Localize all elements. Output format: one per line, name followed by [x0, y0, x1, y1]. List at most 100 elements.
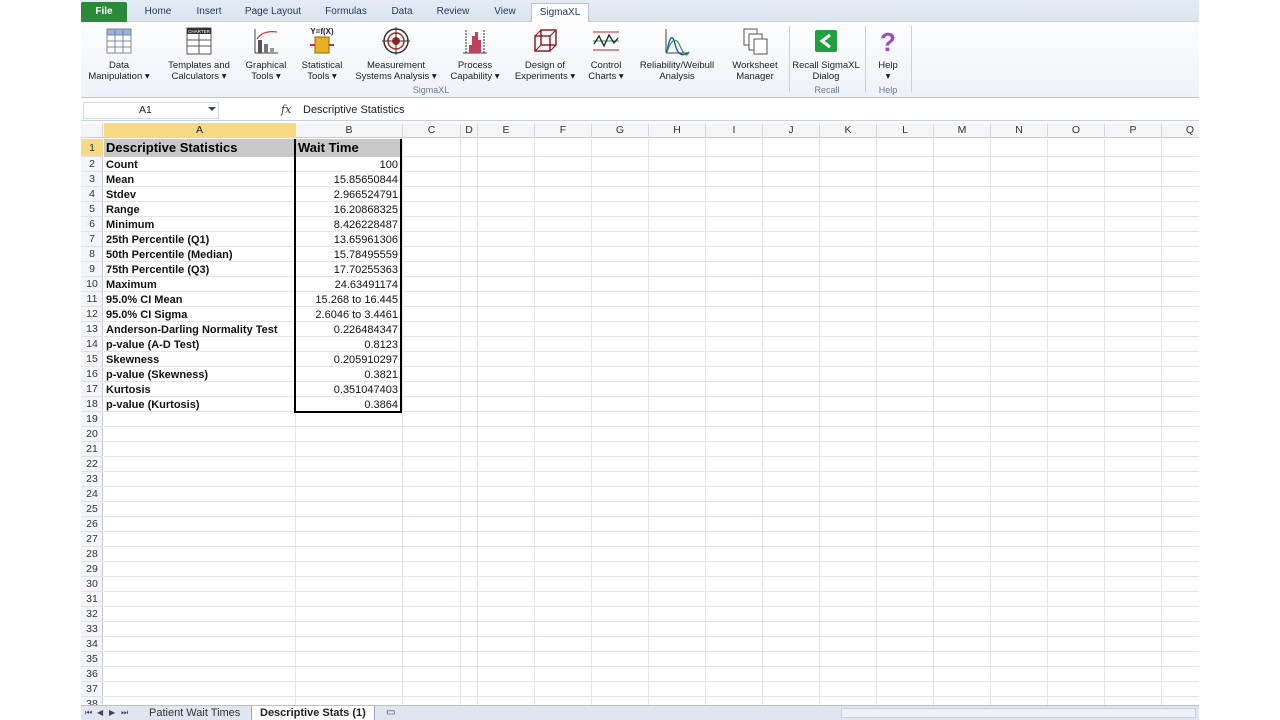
row-header[interactable]: 24 [81, 487, 103, 502]
cell-a1[interactable]: Descriptive Statistics [104, 139, 294, 157]
tab-home[interactable]: Home [137, 3, 179, 22]
row-header[interactable]: 21 [81, 442, 103, 457]
column-header-b[interactable]: B [296, 123, 403, 138]
row-header[interactable]: 12 [81, 307, 103, 322]
design-of-experiments-button[interactable]: Design of Experiments ▾ [509, 24, 581, 86]
row-header[interactable]: 17 [81, 382, 103, 397]
tab-data[interactable]: Data [383, 3, 421, 22]
tab-view[interactable]: View [485, 3, 525, 22]
stat-label[interactable]: Kurtosis [106, 383, 296, 397]
row-header[interactable]: 3 [81, 172, 103, 187]
column-header-f[interactable]: F [535, 123, 592, 138]
column-header-i[interactable]: I [706, 123, 763, 138]
row-header[interactable]: 31 [81, 592, 103, 607]
stat-label[interactable]: Skewness [106, 353, 296, 367]
reliability-weibull-button[interactable]: Reliability/Weibull Analysis [633, 24, 721, 86]
cell-grid[interactable]: Descriptive Statistics Wait Time Count 10… [104, 139, 1199, 705]
row-header[interactable]: 15 [81, 352, 103, 367]
stat-label[interactable]: 50th Percentile (Median) [106, 248, 296, 262]
row-header[interactable]: 19 [81, 412, 103, 427]
column-header-e[interactable]: E [478, 123, 535, 138]
recall-sigmaxl-dialog-button[interactable]: Recall SigmaXL Dialog [791, 24, 861, 86]
data-manipulation-button[interactable]: Data Manipulation ▾ [83, 24, 155, 86]
stat-label[interactable]: Anderson-Darling Normality Test [106, 323, 296, 337]
row-header[interactable]: 11 [81, 292, 103, 307]
sheet-tab-patient-wait-times[interactable]: Patient Wait Times [141, 706, 248, 720]
tab-sigmaxl[interactable]: SigmaXL [531, 3, 589, 22]
row-header[interactable]: 23 [81, 472, 103, 487]
stat-label[interactable]: 95.0% CI Mean [106, 293, 296, 307]
row-header[interactable]: 30 [81, 577, 103, 592]
worksheet-manager-button[interactable]: Worksheet Manager [725, 24, 785, 86]
horizontal-scrollbar[interactable] [841, 708, 1196, 718]
row-header[interactable]: 37 [81, 682, 103, 697]
name-box[interactable]: A1 [83, 102, 219, 119]
row-header[interactable]: 6 [81, 217, 103, 232]
row-header[interactable]: 2 [81, 157, 103, 172]
column-header-n[interactable]: N [991, 123, 1048, 138]
control-charts-button[interactable]: Control Charts ▾ [585, 24, 627, 86]
stat-label[interactable]: Maximum [106, 278, 296, 292]
row-header[interactable]: 28 [81, 547, 103, 562]
row-header[interactable]: 8 [81, 247, 103, 262]
column-header-l[interactable]: L [877, 123, 934, 138]
column-header-o[interactable]: O [1048, 123, 1105, 138]
stat-label[interactable]: Minimum [106, 218, 296, 232]
row-header[interactable]: 35 [81, 652, 103, 667]
select-all-corner[interactable] [81, 123, 103, 138]
sheet-tab-descriptive-stats[interactable]: Descriptive Stats (1) [251, 706, 375, 720]
row-header[interactable]: 1 [81, 139, 103, 157]
stat-label[interactable]: 75th Percentile (Q3) [106, 263, 296, 277]
row-header[interactable]: 26 [81, 517, 103, 532]
row-header[interactable]: 29 [81, 562, 103, 577]
measurement-systems-analysis-button[interactable]: Measurement Systems Analysis ▾ [353, 24, 439, 86]
tab-file[interactable]: File [81, 2, 127, 22]
row-header[interactable]: 33 [81, 622, 103, 637]
column-header-d[interactable]: D [461, 123, 478, 138]
statistical-tools-button[interactable]: Y=f(X) Statistical Tools ▾ [295, 24, 349, 86]
stat-label[interactable]: p-value (Kurtosis) [106, 398, 296, 412]
column-header-a[interactable]: A [104, 123, 296, 138]
row-header[interactable]: 22 [81, 457, 103, 472]
graphical-tools-button[interactable]: Graphical Tools ▾ [241, 24, 291, 86]
row-header[interactable]: 13 [81, 322, 103, 337]
row-header[interactable]: 20 [81, 427, 103, 442]
stat-label[interactable]: Range [106, 203, 296, 217]
column-header-c[interactable]: C [403, 123, 461, 138]
row-header[interactable]: 25 [81, 502, 103, 517]
row-header[interactable]: 18 [81, 397, 103, 412]
first-sheet-icon[interactable]: ⏮ [85, 708, 92, 718]
tab-formulas[interactable]: Formulas [319, 3, 373, 22]
stat-label[interactable]: Mean [106, 173, 296, 187]
next-sheet-icon[interactable]: ▶ [109, 708, 115, 717]
tab-page-layout[interactable]: Page Layout [239, 3, 307, 22]
last-sheet-icon[interactable]: ⏭ [121, 708, 128, 718]
column-header-p[interactable]: P [1105, 123, 1162, 138]
column-header-k[interactable]: K [820, 123, 877, 138]
column-header-g[interactable]: G [592, 123, 649, 138]
process-capability-button[interactable]: Process Capability ▾ [445, 24, 505, 86]
row-header[interactable]: 27 [81, 532, 103, 547]
stat-label[interactable]: p-value (A-D Test) [106, 338, 296, 352]
stat-label[interactable]: 95.0% CI Sigma [106, 308, 296, 322]
row-header[interactable]: 32 [81, 607, 103, 622]
formula-input[interactable]: Descriptive Statistics [303, 104, 404, 116]
tab-review[interactable]: Review [431, 3, 475, 22]
row-header[interactable]: 7 [81, 232, 103, 247]
help-button[interactable]: ? Help ▾ [869, 24, 907, 86]
row-header[interactable]: 34 [81, 637, 103, 652]
insert-sheet-icon[interactable]: ▭ [386, 707, 395, 718]
prev-sheet-icon[interactable]: ◀ [97, 708, 103, 717]
row-header[interactable]: 10 [81, 277, 103, 292]
row-header[interactable]: 9 [81, 262, 103, 277]
column-header-j[interactable]: J [763, 123, 820, 138]
stat-label[interactable]: Stdev [106, 188, 296, 202]
stat-label[interactable]: 25th Percentile (Q1) [106, 233, 296, 247]
row-header[interactable]: 14 [81, 337, 103, 352]
row-header[interactable]: 36 [81, 667, 103, 682]
column-header-q[interactable]: Q [1162, 123, 1199, 138]
chevron-down-icon[interactable] [208, 107, 216, 111]
stat-label[interactable]: Count [106, 158, 296, 172]
column-header-h[interactable]: H [649, 123, 706, 138]
fx-icon[interactable]: fx [281, 103, 291, 116]
